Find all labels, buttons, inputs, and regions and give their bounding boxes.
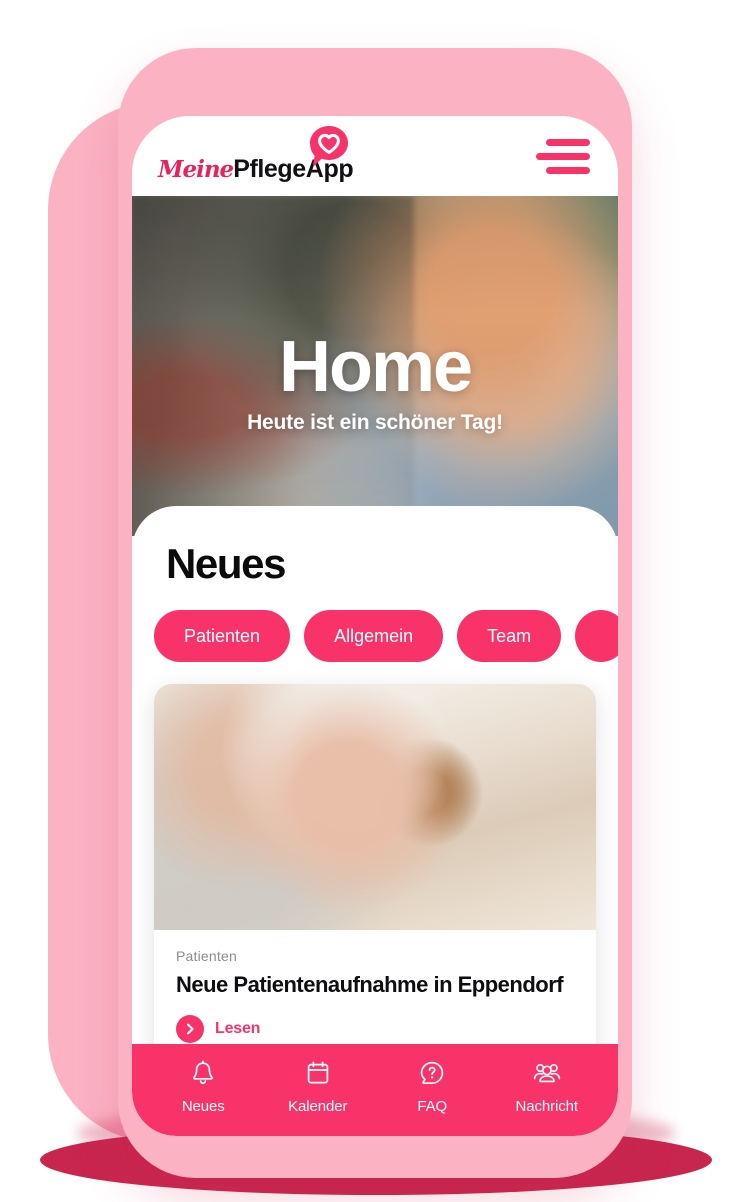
- chip-label: Team: [487, 625, 532, 646]
- news-card-photo: [154, 684, 596, 930]
- bottom-navigation-bar: Neues Kalender FAQ Nachricht: [132, 1044, 618, 1136]
- category-filter-chips[interactable]: Patienten Allgemein Team: [132, 588, 618, 662]
- nav-item-faq[interactable]: FAQ: [394, 1059, 470, 1115]
- news-card-read-link[interactable]: Lesen: [176, 1014, 574, 1043]
- hamburger-menu-icon[interactable]: [536, 133, 590, 180]
- news-card-category: Patienten: [176, 948, 237, 964]
- nav-label: Neues: [181, 1098, 225, 1115]
- nav-item-neues[interactable]: Neues: [165, 1059, 241, 1115]
- bell-icon: [189, 1059, 217, 1092]
- content-sheet: Neues Patienten Allgemein Team Patienten…: [132, 506, 618, 1136]
- hero-copy: Home Heute ist ein schöner Tag!: [132, 327, 618, 435]
- phone-notch: [275, 48, 475, 94]
- chevron-right-icon: [176, 1014, 204, 1043]
- people-group-icon: [532, 1059, 562, 1092]
- news-card[interactable]: Patienten Neue Patientenaufnahme in Eppe…: [154, 684, 596, 1065]
- brand-script-part: Meine: [158, 156, 234, 183]
- nav-label: Nachricht: [515, 1098, 579, 1115]
- question-circle-icon: [418, 1059, 446, 1092]
- chip-patienten[interactable]: Patienten: [154, 610, 291, 662]
- news-card-read-label: Lesen: [215, 1019, 261, 1037]
- hamburger-bar-1: [546, 138, 590, 146]
- chip-label: Patienten: [184, 625, 261, 646]
- chip-label: Allgemein: [334, 625, 414, 646]
- nav-item-nachricht[interactable]: Nachricht: [509, 1059, 585, 1115]
- hamburger-bar-3: [546, 166, 590, 174]
- page-title: Home: [278, 327, 473, 407]
- nav-label: Kalender: [288, 1098, 348, 1115]
- chip-team[interactable]: Team: [457, 610, 562, 662]
- hero-banner: Home Heute ist ein schöner Tag!: [132, 196, 618, 536]
- nav-item-kalender[interactable]: Kalender: [280, 1059, 356, 1115]
- hero-subtitle: Heute ist ein schöner Tag!: [247, 410, 503, 434]
- screenshot-stage: MeinePflegeApp Home Heute ist ein schöne…: [0, 0, 750, 1202]
- phone-frame: MeinePflegeApp Home Heute ist ein schöne…: [118, 48, 632, 1178]
- phone-screen: MeinePflegeApp Home Heute ist ein schöne…: [132, 116, 618, 1136]
- chip-overflow-partial[interactable]: [575, 610, 618, 662]
- heart-speech-bubble-icon: [306, 124, 352, 170]
- app-bar: MeinePflegeApp: [132, 116, 618, 196]
- brand-logo[interactable]: MeinePflegeApp: [158, 124, 354, 188]
- calendar-icon: [304, 1059, 332, 1092]
- section-title-neues: Neues: [166, 540, 286, 587]
- nav-label: FAQ: [417, 1098, 448, 1115]
- news-card-title: Neue Patientenaufnahme in Eppendorf: [176, 972, 564, 997]
- chip-allgemein[interactable]: Allgemein: [304, 610, 444, 662]
- hamburger-bar-2: [536, 152, 590, 160]
